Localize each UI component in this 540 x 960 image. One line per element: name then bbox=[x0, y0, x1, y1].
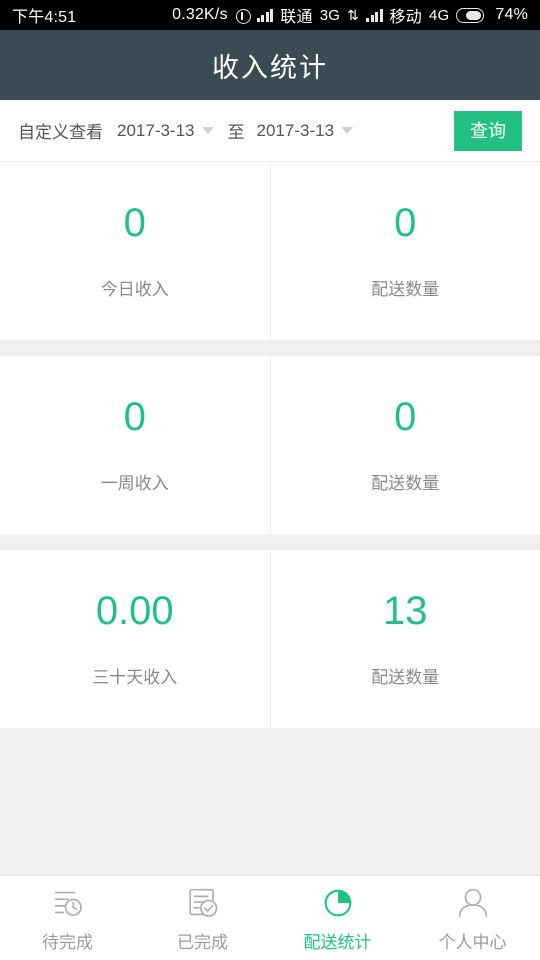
query-button[interactable]: 查询 bbox=[454, 110, 522, 151]
start-date-select[interactable]: 2017-3-13 bbox=[117, 121, 214, 141]
stat-card-week-income: 0 一周收入 bbox=[0, 356, 271, 534]
stat-label: 配送数量 bbox=[371, 279, 440, 299]
person-icon bbox=[458, 888, 487, 917]
tab-completed[interactable]: 已完成 bbox=[135, 884, 270, 953]
stats-list: 0 今日收入 0 配送数量 0 一周收入 0 配送数量 0.00 三十天收入 1… bbox=[0, 162, 540, 884]
signal-bars-icon-2 bbox=[366, 8, 383, 22]
network-type-1: 3G bbox=[319, 6, 341, 24]
end-date-value: 2017-3-13 bbox=[256, 120, 335, 140]
app-header: 收入统计 bbox=[0, 30, 540, 100]
battery-icon bbox=[456, 7, 485, 23]
network-type-2: 4G bbox=[428, 6, 450, 24]
stat-label: 配送数量 bbox=[371, 667, 440, 687]
up-down-arrows-icon: ⇅ bbox=[347, 7, 360, 23]
tab-label: 已完成 bbox=[177, 932, 228, 952]
start-date-value: 2017-3-13 bbox=[117, 120, 195, 140]
carrier-label-1: 联通 bbox=[280, 9, 313, 26]
stat-row: 0 今日收入 0 配送数量 bbox=[0, 162, 540, 340]
stat-label: 三十天收入 bbox=[92, 667, 178, 687]
stat-row: 0 一周收入 0 配送数量 bbox=[0, 356, 540, 534]
stat-value: 0 bbox=[123, 200, 146, 245]
stat-label: 一周收入 bbox=[100, 473, 169, 493]
stat-card-today-deliveries: 0 配送数量 bbox=[271, 162, 540, 340]
tab-pending[interactable]: 待完成 bbox=[0, 884, 135, 953]
battery-percent: 74% bbox=[495, 6, 528, 23]
stat-value: 0 bbox=[394, 394, 417, 439]
location-icon bbox=[235, 8, 251, 24]
tab-label: 个人中心 bbox=[438, 932, 507, 952]
app-screen: 下午4:51 0.32K/s 联通 3G ⇅ 移动 4G 74% 收入统计 自定… bbox=[0, 0, 540, 960]
stat-card-week-deliveries: 0 配送数量 bbox=[271, 356, 540, 534]
stat-label: 配送数量 bbox=[371, 473, 440, 493]
stat-card-month-deliveries: 13 配送数量 bbox=[271, 550, 540, 728]
pie-chart-icon bbox=[324, 889, 351, 916]
stat-value: 0 bbox=[123, 394, 146, 439]
status-bar-time: 下午4:51 bbox=[12, 9, 77, 26]
carrier-label-2: 移动 bbox=[389, 9, 422, 26]
stat-value: 0.00 bbox=[95, 588, 174, 633]
status-bar-indicators: 0.32K/s 联通 3G ⇅ 移动 4G 74% bbox=[172, 3, 528, 27]
chevron-down-icon bbox=[341, 127, 354, 134]
chevron-down-icon bbox=[201, 127, 214, 134]
stat-label: 今日收入 bbox=[100, 279, 169, 299]
page-title: 收入统计 bbox=[212, 52, 328, 83]
empty-space bbox=[0, 744, 540, 884]
end-date-select[interactable]: 2017-3-13 bbox=[257, 121, 354, 141]
network-speed: 0.32K/s bbox=[172, 6, 228, 23]
signal-bars-icon-1 bbox=[256, 8, 274, 22]
stat-value: 13 bbox=[383, 588, 428, 633]
tab-profile[interactable]: 个人中心 bbox=[405, 884, 540, 953]
tab-delivery-stats[interactable]: 配送统计 bbox=[270, 884, 405, 953]
filter-bar: 自定义查看 2017-3-13 至 2017-3-13 查询 bbox=[0, 100, 540, 162]
list-clock-icon bbox=[54, 891, 82, 916]
stat-card-month-income: 0.00 三十天收入 bbox=[0, 550, 271, 728]
stat-value: 0 bbox=[394, 200, 417, 245]
tab-label: 配送统计 bbox=[303, 932, 372, 952]
tab-label: 待完成 bbox=[42, 932, 93, 952]
date-range-separator-label: 至 bbox=[227, 123, 245, 142]
stat-row: 0.00 三十天收入 13 配送数量 bbox=[0, 550, 540, 728]
stat-card-today-income: 0 今日收入 bbox=[0, 162, 271, 340]
bottom-navigation: 待完成 已完成 配送统计 个人中心 bbox=[0, 875, 540, 960]
document-check-icon bbox=[188, 888, 217, 917]
custom-view-label: 自定义查看 bbox=[18, 123, 103, 142]
status-bar: 下午4:51 0.32K/s 联通 3G ⇅ 移动 4G 74% bbox=[0, 0, 540, 30]
